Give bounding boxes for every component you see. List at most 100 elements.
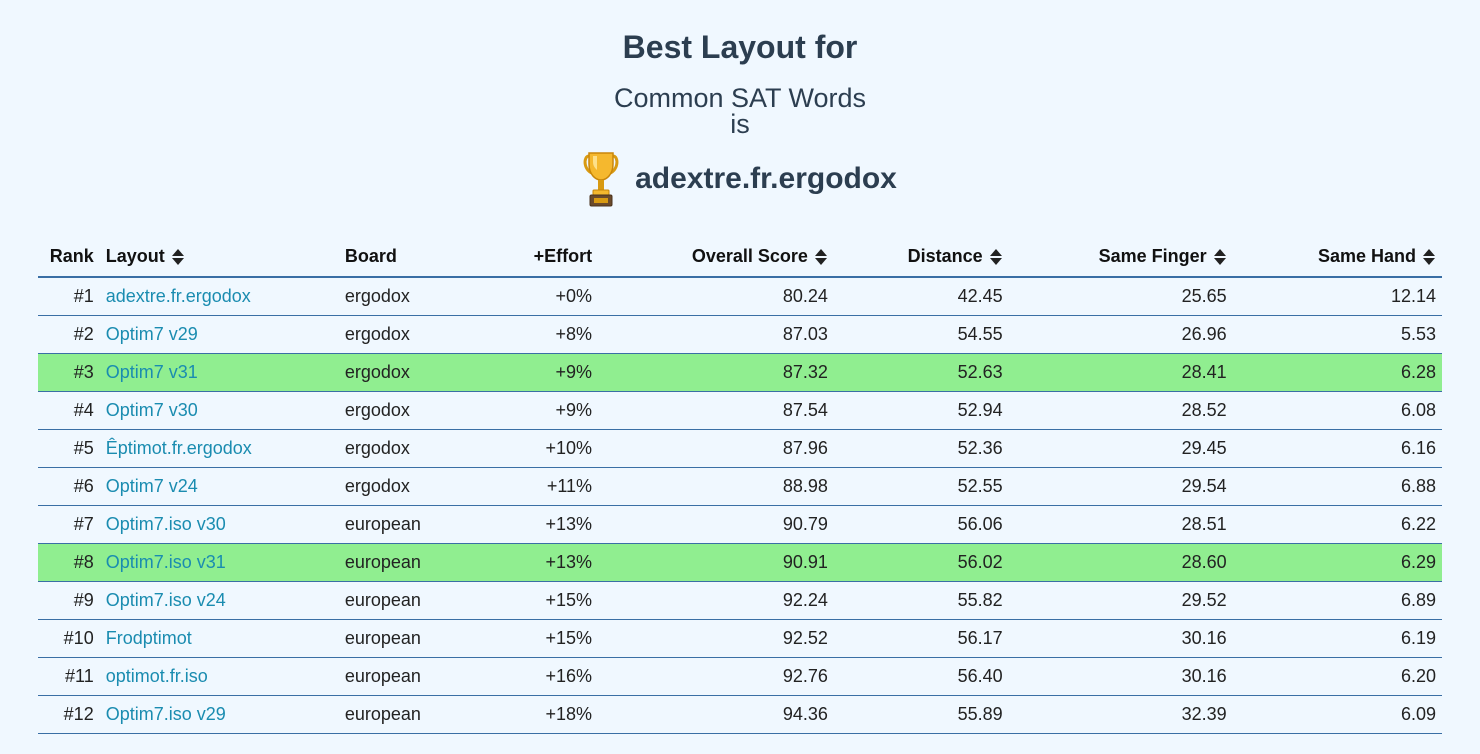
layout-link[interactable]: Optim7 v29 <box>106 324 198 344</box>
board-cell: ergodox <box>338 277 469 316</box>
sort-icon[interactable] <box>1422 248 1436 266</box>
rank-cell: #12 <box>38 695 100 734</box>
same-hand-cell: 6.88 <box>1232 467 1442 506</box>
effort-cell: +13% <box>468 543 599 582</box>
layout-link[interactable]: Optim7.iso v31 <box>106 552 226 572</box>
sort-icon[interactable] <box>989 248 1003 266</box>
same-finger-cell: 30.16 <box>1008 657 1233 696</box>
column-header-board: Board <box>338 236 469 278</box>
effort-cell: +16% <box>468 657 599 696</box>
layout-link[interactable]: Frodptimot <box>106 628 192 648</box>
rank-cell: #6 <box>38 467 100 506</box>
table-row: #5 Êptimot.fr.ergodox ergodox +10% 87.96… <box>38 429 1442 468</box>
layout-link[interactable]: Optim7.iso v24 <box>106 590 226 610</box>
effort-cell: +18% <box>468 695 599 734</box>
same-hand-cell: 6.08 <box>1232 391 1442 430</box>
corpus-name: Common SAT Words <box>613 83 867 113</box>
layout-cell: Frodptimot <box>99 619 339 658</box>
board-cell: ergodox <box>338 353 469 392</box>
overall-score-cell: 92.76 <box>598 657 834 696</box>
layout-link[interactable]: Optim7 v30 <box>106 400 198 420</box>
layout-cell: adextre.fr.ergodox <box>99 277 339 316</box>
distance-cell: 56.17 <box>833 619 1009 658</box>
overall-score-cell: 87.96 <box>598 429 834 468</box>
effort-cell: +13% <box>468 505 599 544</box>
overall-score-cell: 92.52 <box>598 619 834 658</box>
layout-cell: Optim7.iso v29 <box>99 695 339 734</box>
effort-cell: +9% <box>468 391 599 430</box>
overall-score-cell: 90.91 <box>598 543 834 582</box>
rank-cell: #11 <box>38 657 100 696</box>
column-header-rank: Rank <box>38 236 100 278</box>
effort-cell: +11% <box>468 467 599 506</box>
layout-cell: Êptimot.fr.ergodox <box>99 429 339 468</box>
table-row: #11 optimot.fr.iso european +16% 92.76 5… <box>38 657 1442 696</box>
distance-cell: 42.45 <box>833 277 1009 316</box>
effort-cell: +8% <box>468 315 599 354</box>
distance-cell: 52.55 <box>833 467 1009 506</box>
same-hand-cell: 6.16 <box>1232 429 1442 468</box>
overall-score-cell: 92.24 <box>598 581 834 620</box>
distance-cell: 52.94 <box>833 391 1009 430</box>
same-finger-cell: 28.51 <box>1008 505 1233 544</box>
table-row: #12 Optim7.iso v29 european +18% 94.36 5… <box>38 695 1442 734</box>
column-header-layout[interactable]: Layout <box>99 236 339 278</box>
column-header-label: Same Hand <box>1317 245 1416 266</box>
table-row-highlighted: #3 Optim7 v31 ergodox +9% 87.32 52.63 28… <box>38 353 1442 392</box>
layout-cell: Optim7 v31 <box>99 353 339 392</box>
same-finger-cell: 30.16 <box>1008 619 1233 658</box>
winner-banner: adextre.fr.ergodox <box>0 150 1480 208</box>
distance-cell: 52.63 <box>833 353 1009 392</box>
column-header-label: +Effort <box>533 245 593 266</box>
column-header-effort: +Effort <box>468 236 599 278</box>
same-finger-cell: 32.39 <box>1008 695 1233 734</box>
effort-cell: +9% <box>468 353 599 392</box>
board-cell: european <box>338 657 469 696</box>
overall-score-cell: 90.79 <box>598 505 834 544</box>
layout-cell: Optim7 v29 <box>99 315 339 354</box>
layout-link[interactable]: Êptimot.fr.ergodox <box>106 438 252 458</box>
layout-cell: Optim7.iso v31 <box>99 543 339 582</box>
sort-icon[interactable] <box>1213 248 1227 266</box>
column-header-same-finger[interactable]: Same Finger <box>1008 236 1233 278</box>
layout-cell: Optim7.iso v24 <box>99 581 339 620</box>
sort-icon[interactable] <box>171 248 185 266</box>
rank-cell: #10 <box>38 619 100 658</box>
same-finger-cell: 28.60 <box>1008 543 1233 582</box>
layout-link[interactable]: Optim7 v24 <box>106 476 198 496</box>
column-header-same-hand[interactable]: Same Hand <box>1232 236 1442 278</box>
same-finger-cell: 29.52 <box>1008 581 1233 620</box>
overall-score-cell: 94.36 <box>598 695 834 734</box>
column-header-label: Same Finger <box>1098 245 1207 266</box>
is-text: is <box>730 109 750 139</box>
sort-icon[interactable] <box>814 248 828 266</box>
same-finger-cell: 28.41 <box>1008 353 1233 392</box>
effort-cell: +15% <box>468 581 599 620</box>
page-header: Best Layout for Common SAT Words is adex… <box>0 0 1480 208</box>
layout-cell: optimot.fr.iso <box>99 657 339 696</box>
rank-cell: #8 <box>38 543 100 582</box>
same-hand-cell: 12.14 <box>1232 277 1442 316</box>
table-row: #2 Optim7 v29 ergodox +8% 87.03 54.55 26… <box>38 315 1442 354</box>
distance-cell: 55.89 <box>833 695 1009 734</box>
table-row: #10 Frodptimot european +15% 92.52 56.17… <box>38 619 1442 658</box>
distance-cell: 54.55 <box>833 315 1009 354</box>
table-body: #1 adextre.fr.ergodox ergodox +0% 80.24 … <box>38 277 1442 734</box>
layout-link[interactable]: Optim7.iso v29 <box>106 704 226 724</box>
trophy-icon <box>583 152 619 207</box>
same-hand-cell: 6.22 <box>1232 505 1442 544</box>
board-cell: ergodox <box>338 467 469 506</box>
table-row: #9 Optim7.iso v24 european +15% 92.24 55… <box>38 581 1442 620</box>
layout-link[interactable]: Optim7.iso v30 <box>106 514 226 534</box>
table-row: #6 Optim7 v24 ergodox +11% 88.98 52.55 2… <box>38 467 1442 506</box>
layout-link[interactable]: optimot.fr.iso <box>106 666 208 686</box>
same-finger-cell: 28.52 <box>1008 391 1233 430</box>
layout-link[interactable]: adextre.fr.ergodox <box>106 286 251 306</box>
board-cell: european <box>338 581 469 620</box>
board-cell: ergodox <box>338 391 469 430</box>
layout-link[interactable]: Optim7 v31 <box>106 362 198 382</box>
same-finger-cell: 29.54 <box>1008 467 1233 506</box>
overall-score-cell: 87.32 <box>598 353 834 392</box>
column-header-distance[interactable]: Distance <box>833 236 1009 278</box>
column-header-overall-score[interactable]: Overall Score <box>598 236 834 278</box>
